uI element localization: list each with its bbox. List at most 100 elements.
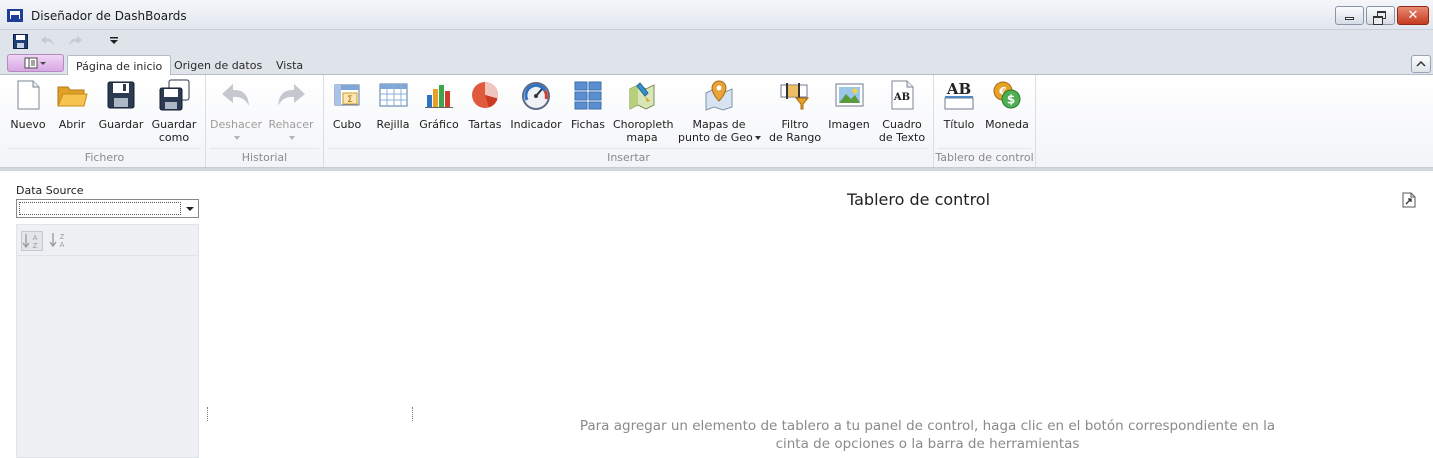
titulo-button[interactable]: AB Título [940, 79, 978, 131]
title-bar: Diseñador de DashBoards ✕ [0, 0, 1433, 30]
tab-vista[interactable]: Vista [268, 55, 311, 76]
group-caption-historial: Historial [241, 151, 288, 164]
ribbon: Nuevo Abrir Guardar Guardar como Fichero [0, 75, 1433, 168]
filtro-de-rango-button[interactable]: Filtro de Rango [769, 79, 821, 144]
undo-icon [41, 36, 54, 46]
tab-origen-de-datos[interactable]: Origen de datos [166, 55, 270, 76]
svg-text:Z: Z [33, 242, 38, 250]
grafico-label: Gráfico [419, 118, 459, 131]
hint-line-1: Para agregar un elemento de tablero a tu… [579, 418, 1276, 434]
grafico-button[interactable]: Gráfico [418, 79, 460, 131]
moneda-label: Moneda [985, 118, 1029, 131]
rejilla-label: Rejilla [376, 118, 410, 131]
group-separator [938, 148, 1031, 149]
cuadro-de-texto-button[interactable]: AB Cuadro de Texto [877, 79, 927, 144]
pivot-cube-icon: Σ [331, 79, 363, 111]
svg-text:A: A [33, 234, 38, 242]
fichas-label: Fichas [570, 118, 606, 131]
redo-icon [275, 79, 307, 111]
moneda-button[interactable]: € $ Moneda [984, 79, 1030, 131]
cubo-label: Cubo [332, 118, 362, 131]
sort-descending-icon: Z A [49, 233, 65, 249]
svg-text:Z: Z [60, 233, 65, 241]
cubo-button[interactable]: Σ Cubo [328, 79, 366, 131]
export-icon [1402, 192, 1416, 208]
imagen-button[interactable]: Imagen [827, 79, 871, 131]
guardar-button[interactable]: Guardar [98, 79, 144, 131]
indicador-label: Indicador [510, 118, 562, 131]
close-button[interactable]: ✕ [1397, 6, 1429, 25]
qat-redo-button[interactable] [67, 33, 83, 49]
group-separator [210, 148, 319, 149]
minimize-icon [1345, 17, 1354, 20]
filtro-label-2: de Rango [769, 131, 822, 144]
minimize-button[interactable] [1335, 6, 1364, 25]
gauge-icon [520, 79, 552, 111]
pie-chart-icon [469, 79, 501, 111]
choropleth-map-icon [626, 79, 658, 111]
group-caption-insertar: Insertar [607, 151, 650, 164]
cuadro-label-2: de Texto [878, 131, 926, 144]
range-filter-icon [779, 79, 811, 111]
filtro-label-1: Filtro [781, 118, 809, 131]
group-fichero: Nuevo Abrir Guardar Guardar como Fichero [4, 75, 206, 167]
title-icon: AB [943, 79, 975, 111]
data-source-label: Data Source [16, 184, 84, 197]
svg-text:Σ: Σ [347, 95, 353, 105]
qat-undo-button[interactable] [40, 33, 56, 49]
collapse-ribbon-button[interactable] [1411, 55, 1431, 73]
svg-text:AB: AB [946, 80, 971, 98]
deshacer-button[interactable]: Deshacer [210, 79, 262, 144]
sort-descending-button[interactable]: Z A [49, 231, 71, 251]
group-caption-tablero: Tablero de control [935, 151, 1034, 164]
group-historial: Deshacer Rehacer Historial [206, 75, 324, 167]
group-separator [8, 148, 201, 149]
mapas-label-2: punto de Geo [678, 131, 753, 144]
qat-customize-button[interactable] [106, 33, 122, 49]
mapas-label-1: Mapas de [692, 118, 746, 131]
dashboard-title[interactable]: Tablero de control [847, 190, 990, 209]
open-folder-icon [56, 79, 88, 111]
qat-save-button[interactable] [12, 33, 28, 49]
group-insertar: Σ Cubo Rejilla Gráfico Tartas Indicador … [324, 75, 934, 167]
chevron-down-icon[interactable] [186, 207, 194, 211]
data-source-combo[interactable] [16, 199, 199, 218]
new-document-icon [12, 79, 44, 111]
save-icon [12, 33, 28, 49]
restore-button[interactable] [1366, 6, 1395, 25]
geo-point-map-icon [703, 79, 735, 111]
svg-text:$: $ [1007, 93, 1015, 107]
tartas-button[interactable]: Tartas [465, 79, 505, 131]
mapas-punto-geo-button[interactable]: Mapas de punto de Geo [678, 79, 761, 144]
bar-chart-icon [423, 79, 455, 111]
tab-pagina-de-inicio[interactable]: Página de inicio [67, 55, 172, 76]
window-title: Diseñador de DashBoards [31, 9, 187, 23]
quick-access-toolbar [0, 30, 1433, 52]
abrir-button[interactable]: Abrir [52, 79, 92, 131]
empty-dashboard-hint: Para agregar un elemento de tablero a tu… [560, 417, 1295, 453]
group-tablero-de-control: AB Título € $ Moneda Tablero de control [934, 75, 1036, 167]
nuevo-button[interactable]: Nuevo [8, 79, 48, 131]
application-menu-button[interactable] [7, 54, 64, 72]
currency-icon: € $ [991, 79, 1023, 111]
group-caption-fichero: Fichero [84, 151, 125, 164]
chevron-down-icon [754, 136, 761, 140]
fichas-button[interactable]: Fichas [568, 79, 608, 131]
fields-list[interactable] [16, 256, 199, 458]
choropleth-label-2: mapa [626, 131, 658, 144]
export-button[interactable] [1402, 192, 1416, 208]
rejilla-button[interactable]: Rejilla [373, 79, 413, 131]
deshacer-label: Deshacer [210, 118, 263, 131]
indicador-button[interactable]: Indicador [510, 79, 562, 131]
app-icon [7, 9, 23, 22]
text-box-icon: AB [886, 79, 918, 111]
choropleth-mapa-button[interactable]: Choropleth mapa [613, 79, 673, 144]
ribbon-bottom-border [0, 168, 1433, 171]
guardar-como-button[interactable]: Guardar como [150, 79, 198, 144]
chevron-down-icon [289, 136, 295, 140]
panel-splitter-handle[interactable] [207, 407, 210, 421]
sort-ascending-button[interactable]: A Z [21, 231, 43, 251]
save-icon [105, 79, 137, 111]
rehacer-button[interactable]: Rehacer [266, 79, 316, 144]
panel-splitter-handle[interactable] [412, 407, 415, 421]
